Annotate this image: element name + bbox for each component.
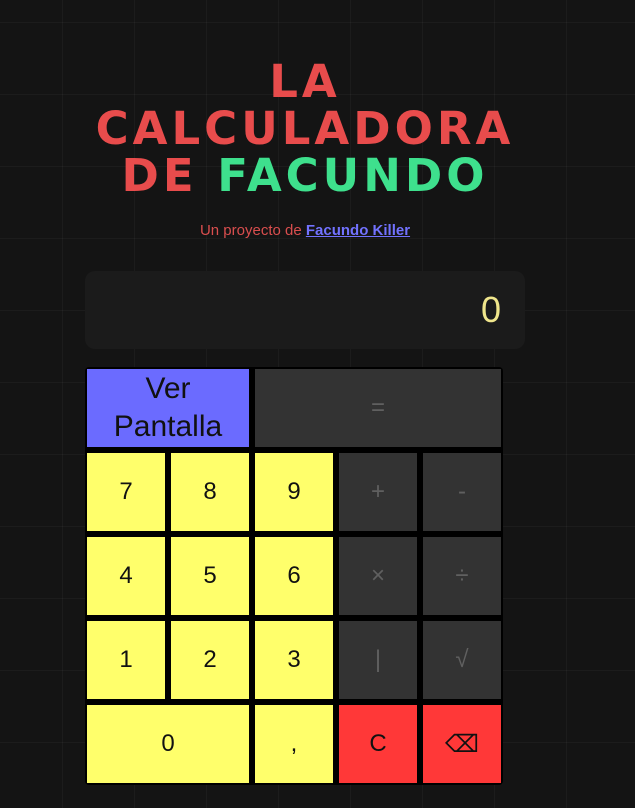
subtitle-text: Un proyecto de (199, 222, 302, 239)
digit-5-button[interactable]: 5 (171, 537, 249, 615)
subtitle: Un proyecto de Facundo Killer (0, 222, 610, 239)
divide-button[interactable]: ÷ (423, 537, 501, 615)
digit-1-button[interactable]: 1 (87, 621, 165, 699)
pipe-button[interactable]: | (339, 621, 417, 699)
digit-0-button[interactable]: 0 (87, 705, 249, 783)
title-line-2: CALCULADORA (95, 102, 515, 155)
plus-button[interactable]: + (339, 453, 417, 531)
digit-4-button[interactable]: 4 (87, 537, 165, 615)
title-prefix: DE (121, 149, 198, 202)
title-line-3: DE FACUNDO (0, 152, 610, 199)
calculator-display: 0 (85, 271, 525, 349)
digit-3-button[interactable]: 3 (255, 621, 333, 699)
minus-button[interactable]: - (423, 453, 501, 531)
backspace-icon[interactable]: ⌫ (423, 705, 501, 783)
sqrt-button[interactable]: √ (423, 621, 501, 699)
author-link[interactable]: Facundo Killer (306, 222, 410, 239)
equals-button[interactable]: = (255, 369, 501, 447)
clear-button[interactable]: C (339, 705, 417, 783)
multiply-button[interactable]: × (339, 537, 417, 615)
digit-8-button[interactable]: 8 (171, 453, 249, 531)
keypad: Ver Pantalla = 7 8 9 + - 4 5 6 × ÷ 1 2 3… (85, 367, 503, 785)
title-accent: FACUNDO (217, 149, 489, 202)
comma-button[interactable]: , (255, 705, 333, 783)
digit-2-button[interactable]: 2 (171, 621, 249, 699)
page-title: LA CALCULADORA DE FACUNDO (0, 58, 610, 199)
digit-7-button[interactable]: 7 (87, 453, 165, 531)
view-screen-button[interactable]: Ver Pantalla (87, 369, 249, 447)
digit-9-button[interactable]: 9 (255, 453, 333, 531)
title-line-1: LA (269, 55, 341, 108)
digit-6-button[interactable]: 6 (255, 537, 333, 615)
